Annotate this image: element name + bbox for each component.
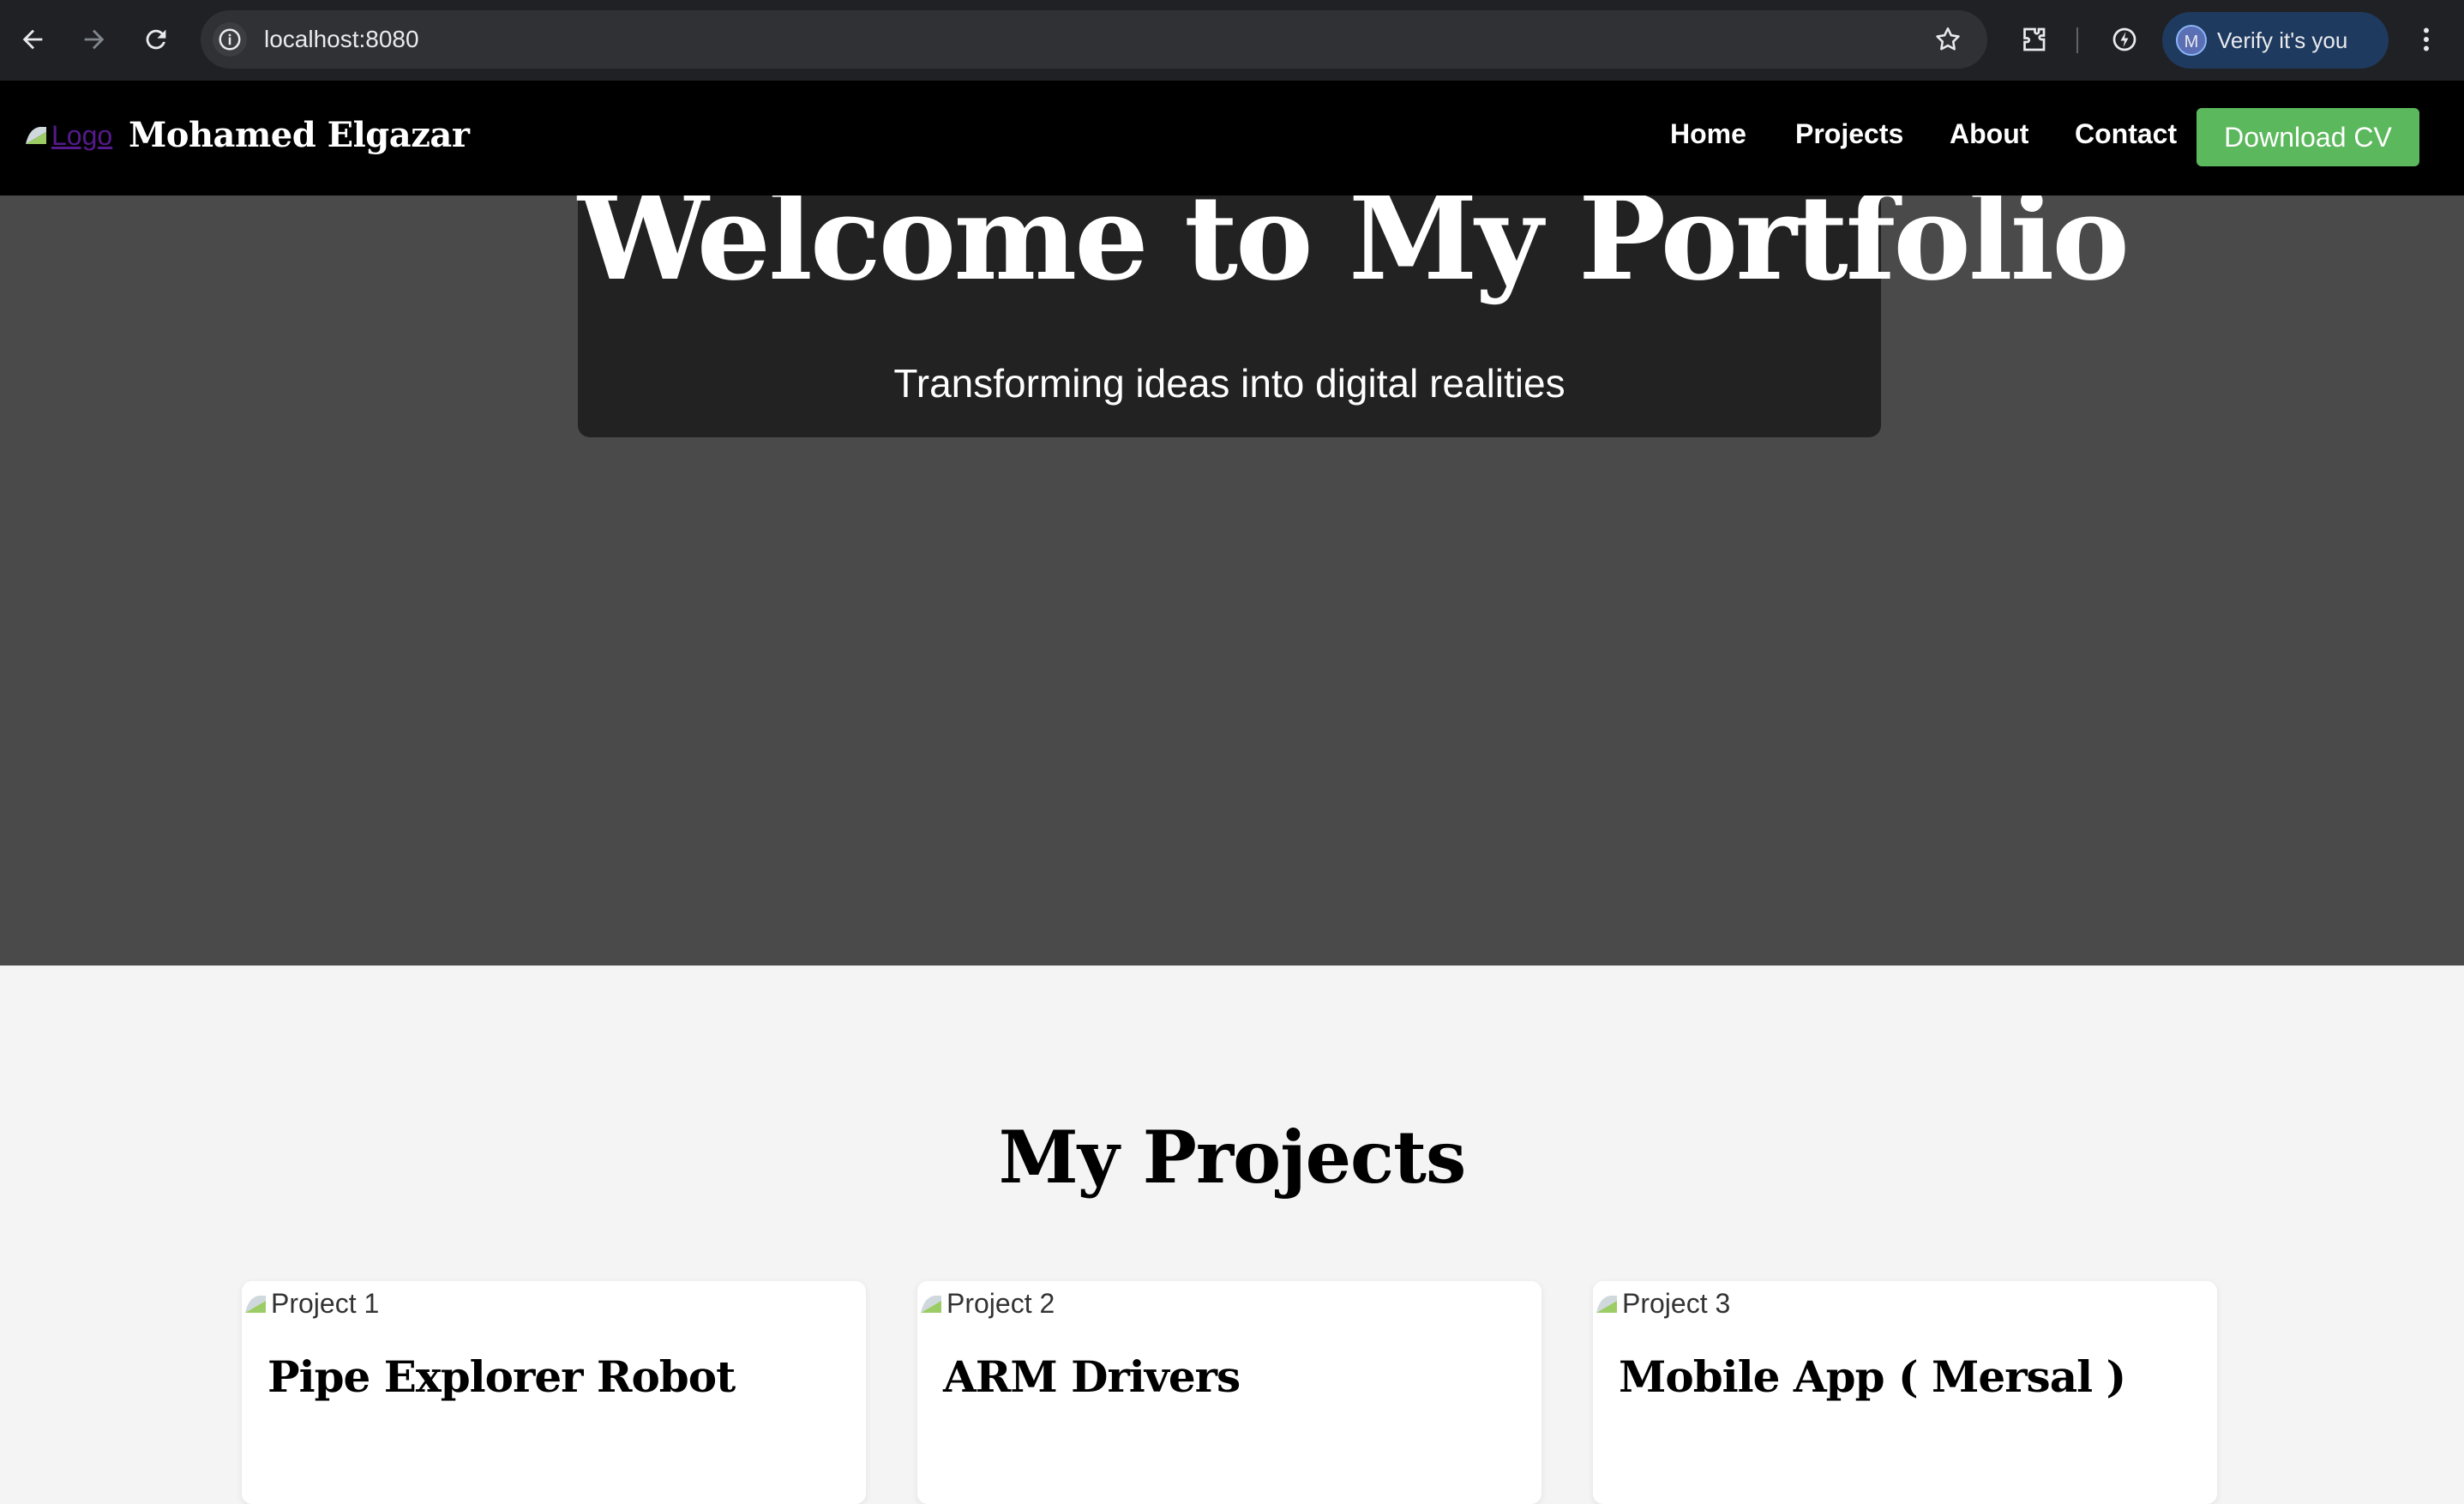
project-card[interactable]: Project 1 Pipe Explorer Robot	[242, 1281, 866, 1504]
more-menu-icon[interactable]	[2407, 21, 2445, 58]
broken-image-icon	[245, 1295, 266, 1313]
nav-home[interactable]: Home	[1670, 118, 1746, 150]
site-info-icon[interactable]	[213, 22, 247, 57]
project-card[interactable]: Project 2 ARM Drivers	[917, 1281, 1542, 1504]
performance-icon[interactable]	[2106, 21, 2143, 58]
profile-label: Verify it's you	[2217, 27, 2348, 53]
project-image-alt: Project 1	[271, 1288, 380, 1319]
profile-verify-button[interactable]: M Verify it's you	[2162, 12, 2389, 69]
project-image-alt: Project 2	[947, 1288, 1055, 1319]
address-bar[interactable]: localhost:8080	[201, 10, 1987, 69]
browser-toolbar: localhost:8080 M Verify it's you	[0, 0, 2464, 81]
extensions-puzzle-icon[interactable]	[2015, 21, 2052, 58]
arrow-right-icon	[84, 29, 105, 50]
project-title: ARM Drivers	[943, 1351, 1241, 1402]
nav-projects[interactable]: Projects	[1795, 118, 1903, 150]
broken-image-icon	[26, 127, 46, 144]
project-title: Mobile App ( Mersal )	[1619, 1351, 2126, 1402]
project-image-alt: Project 3	[1622, 1288, 1731, 1319]
project-card[interactable]: Project 3 Mobile App ( Mersal )	[1593, 1281, 2217, 1504]
bookmark-star-icon[interactable]	[1931, 22, 1965, 57]
url-text: localhost:8080	[264, 26, 419, 52]
broken-image-icon	[921, 1295, 941, 1313]
logo-link[interactable]: Logo	[22, 118, 115, 153]
forward-button[interactable]	[74, 19, 115, 60]
back-button[interactable]	[12, 19, 53, 60]
project-image: Project 3	[1593, 1288, 1730, 1320]
projects-title: My Projects	[998, 1115, 1467, 1200]
project-title: Pipe Explorer Robot	[267, 1351, 736, 1402]
hero-section: Welcome to My Portfolio Transforming ide…	[0, 161, 2464, 966]
logo-alt-text: Logo	[51, 119, 113, 151]
avatar: M	[2176, 25, 2207, 56]
site-header: Logo Mohamed Elgazar Home Projects About…	[0, 81, 2464, 196]
toolbar-divider	[2076, 27, 2078, 53]
project-image: Project 2	[917, 1288, 1055, 1320]
arrow-left-icon	[22, 29, 43, 50]
project-image: Project 1	[242, 1288, 379, 1320]
nav-about[interactable]: About	[1950, 118, 2028, 150]
download-cv-button[interactable]: Download CV	[2197, 108, 2419, 166]
nav-contact[interactable]: Contact	[2075, 118, 2177, 150]
reload-icon	[146, 29, 166, 50]
broken-image-icon	[1596, 1295, 1617, 1313]
reload-button[interactable]	[135, 19, 177, 60]
hero-subtitle: Transforming ideas into digital realitie…	[893, 361, 1566, 406]
hero-card: Welcome to My Portfolio Transforming ide…	[578, 161, 2130, 437]
brand-name: Mohamed Elgazar	[129, 115, 470, 155]
